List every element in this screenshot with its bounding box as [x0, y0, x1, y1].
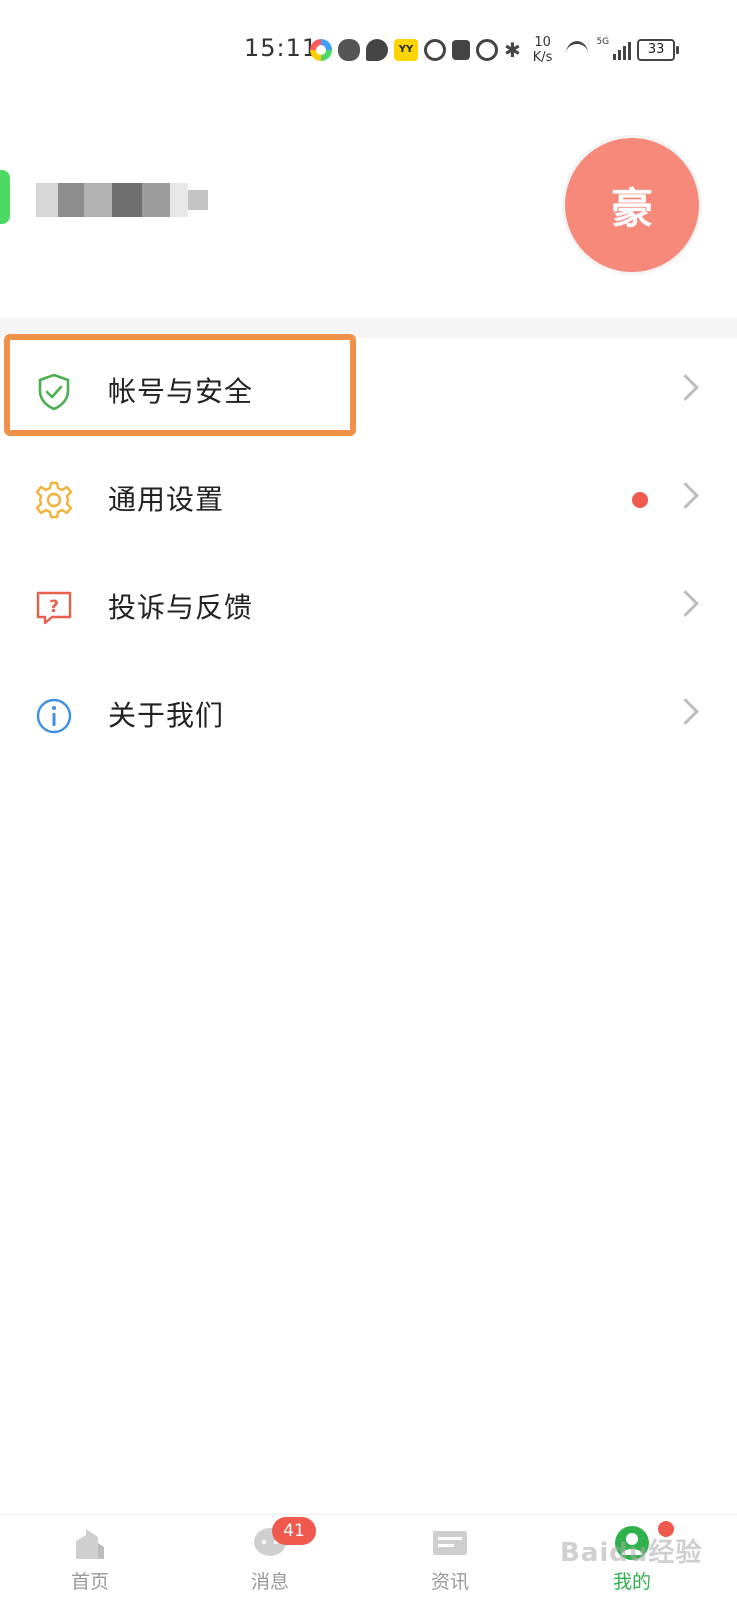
nfc-icon — [452, 40, 470, 60]
info-icon — [36, 698, 72, 734]
hd-call-icon — [424, 39, 446, 61]
nav-label: 我的 — [612, 1571, 651, 1593]
unread-badge: 41 — [272, 1517, 316, 1545]
menu-item-about-us[interactable]: 关于我们 — [0, 662, 737, 770]
menu-item-label: 通用设置 — [108, 483, 225, 516]
svg-text:?: ? — [49, 597, 59, 617]
home-icon — [76, 1529, 104, 1559]
nav-item-home[interactable]: 首页 — [30, 1515, 150, 1601]
chevron-right-icon — [672, 590, 699, 617]
nav-label: 消息 — [250, 1571, 289, 1593]
chevron-right-icon — [672, 482, 699, 509]
profile-header[interactable]: 豪 — [0, 110, 737, 310]
menu-item-label: 投诉与反馈 — [108, 591, 254, 624]
menu-item-feedback[interactable]: ? 投诉与反馈 — [0, 554, 737, 662]
baidu-watermark: Baidu经验 — [560, 1538, 703, 1568]
wifi-icon — [564, 39, 590, 61]
nav-label: 首页 — [70, 1571, 109, 1593]
alarm-icon — [476, 39, 498, 61]
gear-icon — [35, 481, 73, 519]
question-bubble-icon: ? — [36, 591, 72, 625]
menu-item-general-settings[interactable]: 通用设置 — [0, 446, 737, 554]
notification-dot — [632, 492, 648, 508]
network-speed-unit: K/s — [532, 50, 553, 65]
avatar[interactable]: 豪 — [565, 138, 699, 272]
menu-item-label: 关于我们 — [108, 699, 225, 732]
profile-name-pixelated — [36, 176, 236, 224]
bluetooth-icon: ✱ — [504, 38, 521, 62]
signal-icon — [613, 40, 632, 60]
message-icon — [366, 39, 388, 61]
wechat-icon — [338, 39, 360, 61]
nav-item-news[interactable]: 资讯 — [390, 1515, 510, 1601]
network-speed-value: 10 — [534, 35, 551, 50]
chevron-right-icon — [672, 374, 699, 401]
battery-icon: 33 — [637, 39, 680, 61]
nav-label: 资讯 — [430, 1571, 469, 1593]
status-time: 15:11 — [244, 34, 319, 62]
status-icons: YY ✱ 10 K/s 5G 33 — [310, 34, 680, 66]
highlight-box — [4, 334, 356, 436]
battery-level: 33 — [647, 42, 665, 57]
yy-app-icon: YY — [394, 39, 418, 61]
profile-indicator — [0, 170, 10, 224]
network-type: 5G — [596, 37, 610, 47]
nav-item-messages[interactable]: 41 消息 — [210, 1515, 330, 1601]
status-bar: 15:11 YY ✱ 10 K/s 5G 33 — [0, 0, 737, 100]
network-speed: 10 K/s — [533, 35, 553, 65]
browser-app-icon — [310, 39, 332, 61]
news-icon — [433, 1531, 467, 1555]
chevron-right-icon — [672, 698, 699, 725]
